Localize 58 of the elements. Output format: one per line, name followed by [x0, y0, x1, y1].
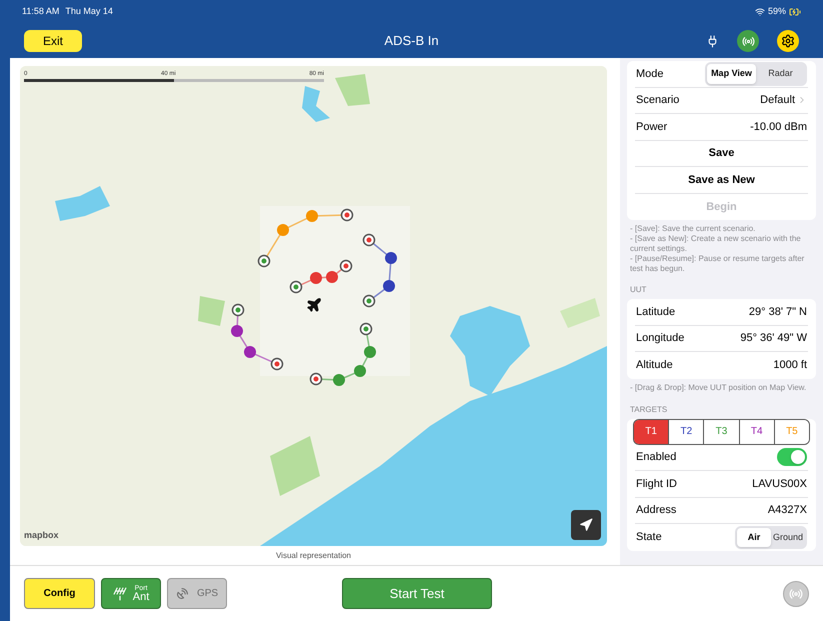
row-value: A4327X	[768, 503, 807, 518]
row-label: Address	[636, 503, 676, 518]
status-date: Thu May 14	[65, 5, 113, 18]
row-label: State	[636, 530, 662, 545]
row-label: Altitude	[636, 358, 673, 373]
section-heading: TARGETS	[629, 404, 668, 416]
battery-percent: 59%	[768, 5, 786, 18]
wifi-icon	[754, 7, 765, 17]
exit-button[interactable]: Exit	[24, 30, 82, 52]
row-value: 95° 36' 49" W	[740, 331, 807, 346]
row-label: Latitude	[636, 304, 676, 320]
plug-icon[interactable]	[706, 34, 719, 48]
row-label: Scenario	[636, 93, 680, 108]
row-label: Power	[636, 120, 668, 134]
config-button[interactable]: Config	[24, 578, 95, 609]
segment-option[interactable]: Ground	[771, 528, 805, 547]
park-area	[270, 436, 320, 496]
settings-icon[interactable]	[777, 30, 799, 52]
row-value: 1000 ft	[773, 358, 807, 373]
row-value: -10.00 dBm	[750, 120, 807, 134]
lake-water	[302, 86, 330, 122]
satellite-icon	[176, 587, 189, 600]
action-button[interactable]: Save	[636, 145, 807, 162]
toggle-switch[interactable]	[777, 448, 807, 466]
lake-water	[55, 186, 110, 221]
park-area	[198, 296, 225, 326]
row-label: Mode	[636, 66, 664, 82]
attribution-logo: mapbox	[24, 528, 59, 542]
section-heading: UUT	[629, 284, 648, 296]
window-title: ADS-B In	[384, 32, 439, 50]
battery-icon	[789, 6, 801, 18]
row-label: Flight ID	[636, 476, 677, 492]
row-value: Default	[760, 93, 795, 108]
plane-icon[interactable]	[306, 297, 322, 313]
antenna-icon	[112, 586, 127, 600]
segment-option[interactable]: Radar	[756, 64, 805, 84]
help-note: - [Pause/Resume]: Pause or resume targets after test has begun.	[630, 254, 806, 274]
broadcast-icon[interactable]	[737, 30, 759, 52]
segment-option[interactable]: Map View	[707, 64, 756, 84]
segment-option[interactable]: Air	[737, 528, 771, 547]
navigation-arrow-icon	[579, 518, 593, 532]
help-note: - [Drag & Drop]: Move UUT position on Map View.	[630, 382, 808, 392]
flight-path-drawing	[310, 322, 376, 386]
park-area	[335, 74, 370, 106]
locate-button[interactable]	[571, 510, 601, 540]
help-note: - [Save as New]: Create a new scenario with the current settings.	[630, 234, 802, 254]
row-label: Longitude	[636, 331, 684, 346]
row-value: 29° 38' 7" N	[748, 304, 807, 320]
status-time: 11:58 AM	[22, 5, 60, 18]
row-label: Enabled	[636, 450, 676, 465]
action-button[interactable]: Save as New	[636, 172, 807, 188]
map-caption: Visual representation	[274, 550, 352, 562]
row-value: LAVUS00X	[752, 476, 807, 492]
port-label: Ant	[132, 592, 150, 602]
park-area	[560, 298, 600, 328]
flight-path-drawing	[231, 304, 284, 370]
help-note: - [Save]: Save the current scenario.	[630, 224, 756, 234]
target-tab[interactable]: T1	[634, 420, 668, 444]
